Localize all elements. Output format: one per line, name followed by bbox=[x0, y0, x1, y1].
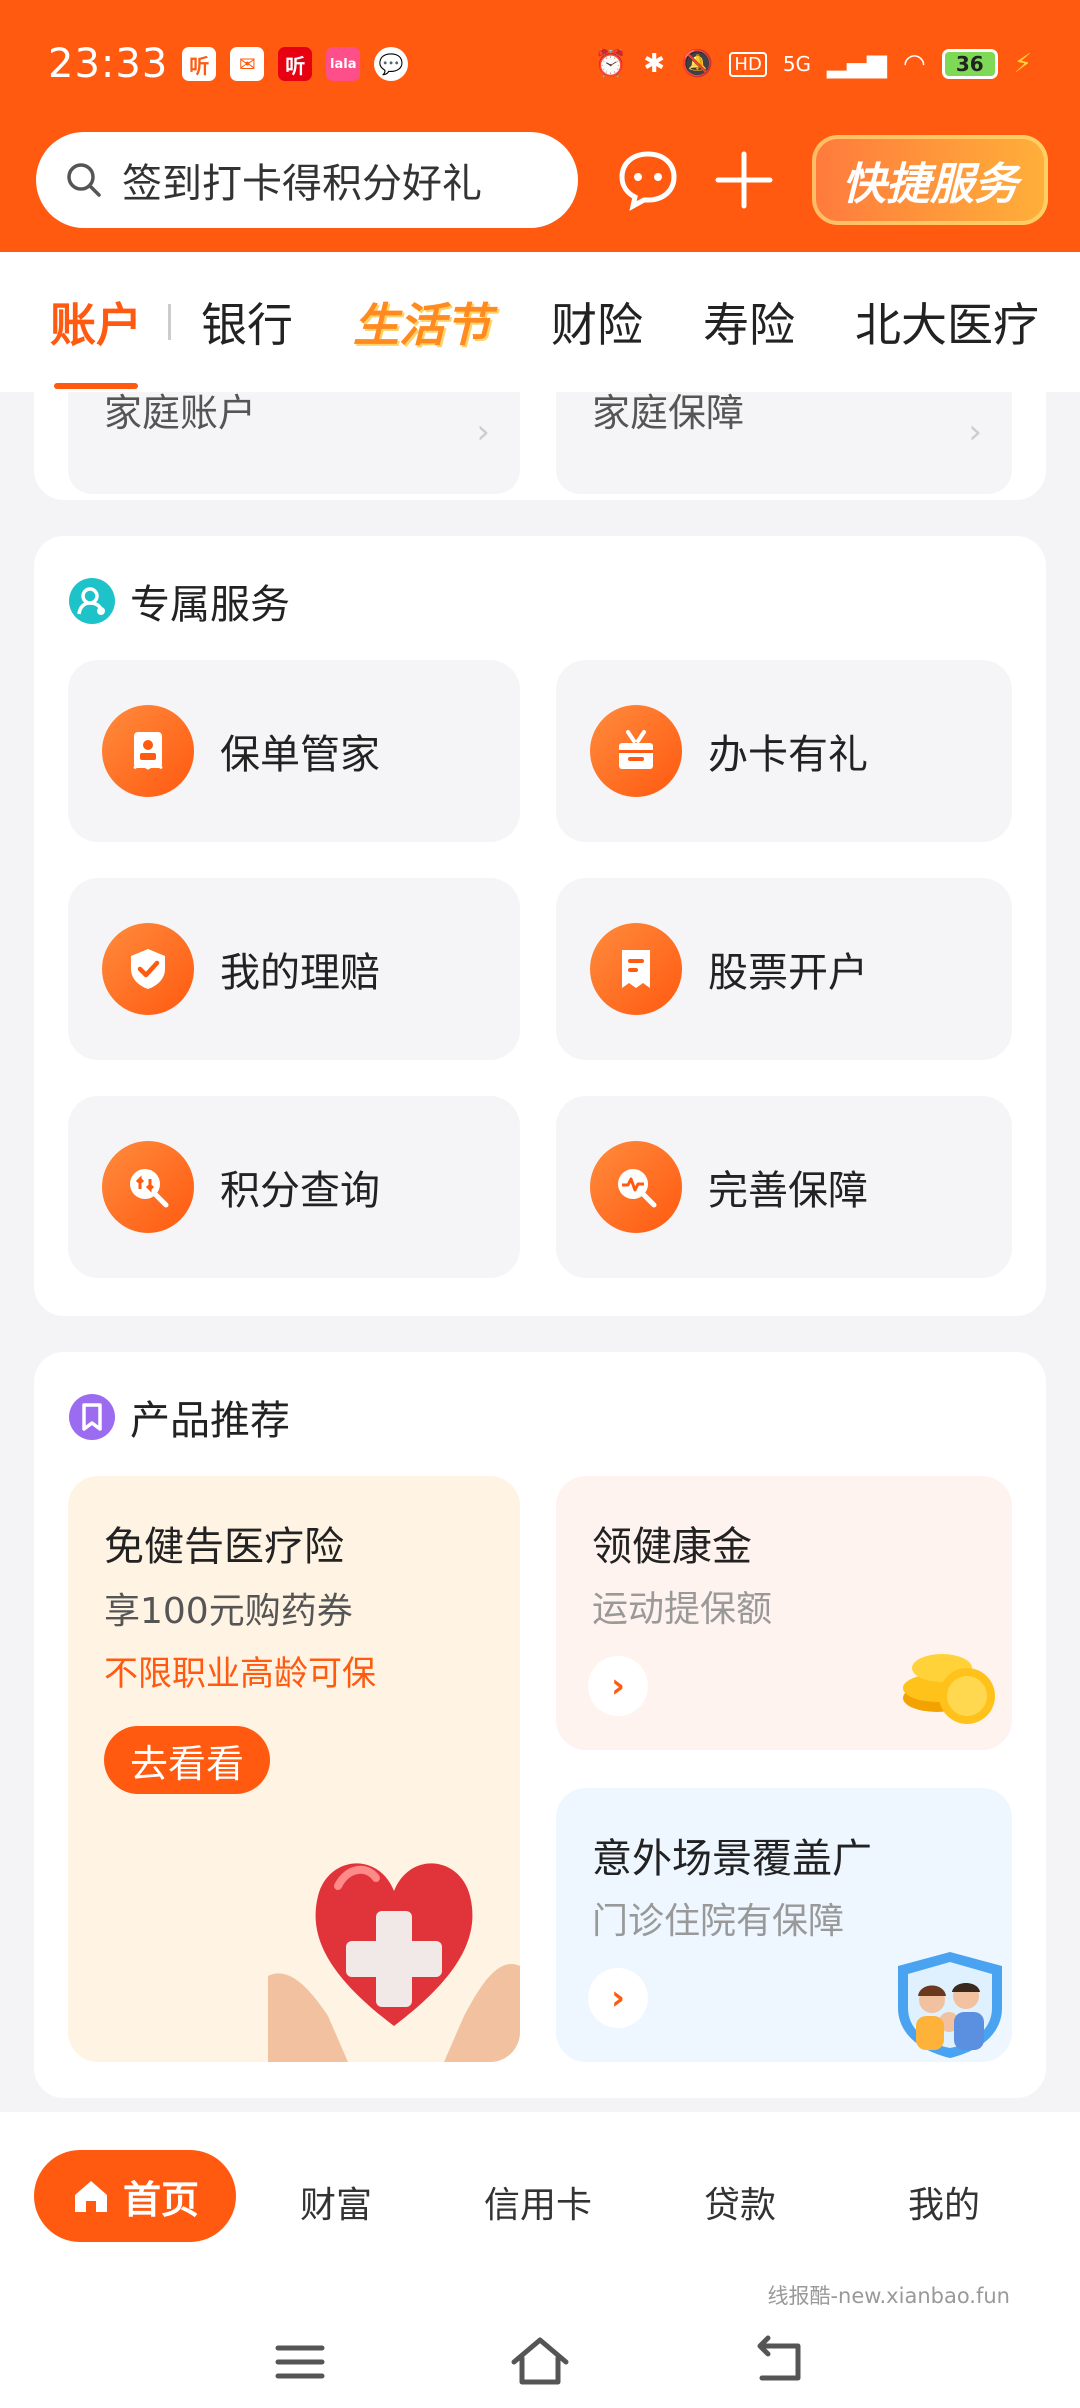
product-recommend-card: 产品推荐 免健告医疗险 享100元购药券 不限职业高龄可保 去看看 领健康金 运… bbox=[34, 1352, 1046, 2098]
service-stock-account[interactable]: 股票开户 bbox=[556, 878, 1012, 1060]
service-points-query[interactable]: 积分查询 bbox=[68, 1096, 520, 1278]
chevron-right-icon: › bbox=[968, 412, 982, 452]
service-policy-manager[interactable]: 保单管家 bbox=[68, 660, 520, 842]
add-button[interactable] bbox=[704, 140, 784, 220]
system-navigation-bar bbox=[0, 2312, 1080, 2408]
service-label: 积分查询 bbox=[220, 1168, 380, 1214]
back-icon[interactable] bbox=[750, 2332, 810, 2392]
tab-account[interactable]: 账户 bbox=[50, 289, 142, 389]
tab-bank[interactable]: 银行 bbox=[201, 289, 293, 355]
category-tabs: 账户 银行 生活节 财险 寿险 北大医疗 bbox=[0, 252, 1080, 392]
bluetooth-icon: ✱ bbox=[643, 49, 666, 79]
family-shield-image bbox=[898, 1952, 1002, 2058]
hd-icon: HD bbox=[729, 51, 767, 77]
tab-divider bbox=[168, 304, 171, 340]
family-account-label: 家庭账户 bbox=[104, 392, 257, 435]
nav-mine[interactable]: 我的 bbox=[908, 2176, 980, 2228]
alarm-icon: ⏰ bbox=[594, 49, 628, 79]
product-recommend-title: 产品推荐 bbox=[130, 1398, 290, 1444]
family-card: 家庭账户 › 家庭保障 › bbox=[34, 392, 1046, 500]
product-recommend-header: 产品推荐 bbox=[68, 1388, 290, 1446]
family-protection-label: 家庭保障 bbox=[592, 392, 745, 435]
mail-notification-icon: ✉ bbox=[230, 47, 265, 81]
app-notification-icon: 听 bbox=[182, 47, 217, 81]
service-label: 办卡有礼 bbox=[708, 732, 868, 778]
tab-life-festival[interactable]: 生活节 bbox=[353, 289, 491, 355]
shield-check-icon bbox=[102, 923, 194, 1015]
nav-home[interactable]: 首页 bbox=[34, 2150, 236, 2242]
nav-wealth[interactable]: 财富 bbox=[300, 2176, 372, 2228]
service-label: 我的理赔 bbox=[220, 950, 380, 996]
service-label: 完善保障 bbox=[708, 1168, 868, 1214]
exclusive-service-header: 专属服务 bbox=[68, 572, 290, 630]
menu-icon[interactable] bbox=[270, 2332, 330, 2392]
nav-credit-card[interactable]: 信用卡 bbox=[484, 2176, 592, 2228]
chevron-right-icon: › bbox=[476, 412, 490, 452]
chat-notification-icon: 💬 bbox=[374, 47, 409, 81]
message-button[interactable] bbox=[608, 140, 688, 220]
charging-icon: ⚡ bbox=[1013, 49, 1032, 79]
quick-service-button[interactable]: 快捷服务 bbox=[812, 135, 1048, 225]
status-time: 23:33 bbox=[48, 41, 169, 87]
service-improve-protection[interactable]: 完善保障 bbox=[556, 1096, 1012, 1278]
service-label: 股票开户 bbox=[708, 950, 868, 996]
tab-property-insurance[interactable]: 财险 bbox=[551, 289, 643, 355]
tab-pku-medical[interactable]: 北大医疗 bbox=[855, 289, 1039, 355]
receipt-icon bbox=[590, 923, 682, 1015]
status-bar: 23:33 听 ✉ 听 lala 💬 ⏰ ✱ 🔕 HD 5G ▂▄▆ ◠ 36 … bbox=[0, 0, 1080, 128]
points-search-icon bbox=[102, 1141, 194, 1233]
tab-life-insurance[interactable]: 寿险 bbox=[703, 289, 795, 355]
pulse-search-icon bbox=[590, 1141, 682, 1233]
gold-coins-image bbox=[903, 1654, 995, 1724]
mute-icon: 🔕 bbox=[681, 49, 714, 79]
search-row: 签到打卡得积分好礼 快捷服务 bbox=[36, 132, 1048, 228]
product-title: 免健告医疗险 bbox=[104, 1524, 344, 1570]
search-icon bbox=[67, 163, 101, 197]
chevron-right-icon[interactable]: › bbox=[588, 1968, 648, 2028]
service-card-gift[interactable]: 办卡有礼 bbox=[556, 660, 1012, 842]
exclusive-service-title: 专属服务 bbox=[130, 582, 290, 628]
system-home-icon[interactable] bbox=[510, 2332, 570, 2392]
gift-icon bbox=[590, 705, 682, 797]
app-notification-icon-2: 听 bbox=[278, 47, 313, 81]
plus-icon bbox=[715, 151, 773, 209]
product-medical-insurance[interactable]: 免健告医疗险 享100元购药券 不限职业高龄可保 去看看 bbox=[68, 1476, 520, 2062]
exclusive-service-card: 专属服务 保单管家 办卡有礼 我的理赔 股票开户 积分查询 完善保障 bbox=[34, 536, 1046, 1316]
home-icon bbox=[74, 2181, 107, 2212]
product-title: 领健康金 bbox=[592, 1524, 752, 1570]
product-title: 意外场景覆盖广 bbox=[592, 1836, 872, 1882]
network-type: 5G bbox=[782, 52, 812, 76]
tab-bar: 首页 财富 信用卡 贷款 我的 bbox=[0, 2148, 1080, 2244]
search-input[interactable]: 签到打卡得积分好礼 bbox=[36, 132, 578, 228]
go-see-button[interactable]: 去看看 bbox=[104, 1726, 270, 1794]
signal-icon: ▂▄▆ bbox=[827, 49, 888, 79]
chat-bubble-icon bbox=[619, 151, 677, 211]
search-placeholder: 签到打卡得积分好礼 bbox=[122, 161, 482, 207]
service-person-icon bbox=[69, 578, 115, 624]
heart-in-hands-image bbox=[268, 1863, 520, 2062]
family-protection-item[interactable]: 家庭保障 › bbox=[556, 392, 1012, 494]
chevron-right-icon[interactable]: › bbox=[588, 1656, 648, 1716]
policy-icon bbox=[102, 705, 194, 797]
service-my-claims[interactable]: 我的理赔 bbox=[68, 878, 520, 1060]
watermark-text: 线报酷-new.xianbao.fun bbox=[767, 2284, 1010, 2308]
service-label: 保单管家 bbox=[220, 732, 380, 778]
wifi-icon: ◠ bbox=[903, 49, 926, 79]
product-highlight: 不限职业高龄可保 bbox=[104, 1654, 376, 1694]
bottom-navigation: 首页 财富 信用卡 贷款 我的 线报酷-new.xianbao.fun bbox=[0, 2112, 1080, 2408]
bookmark-badge-icon bbox=[69, 1394, 115, 1440]
battery-icon: 36 bbox=[941, 49, 998, 79]
product-subtitle: 门诊住院有保障 bbox=[592, 1901, 845, 1942]
lala-notification-icon: lala bbox=[326, 47, 361, 81]
product-accident-insurance[interactable]: 意外场景覆盖广 门诊住院有保障 › bbox=[556, 1788, 1012, 2062]
nav-loan[interactable]: 贷款 bbox=[704, 2176, 776, 2228]
nav-home-label: 首页 bbox=[122, 2177, 199, 2222]
product-subtitle: 运动提保额 bbox=[592, 1589, 773, 1630]
product-health-gold[interactable]: 领健康金 运动提保额 › bbox=[556, 1476, 1012, 1750]
family-account-item[interactable]: 家庭账户 › bbox=[68, 392, 520, 494]
product-subtitle: 享100元购药券 bbox=[104, 1591, 353, 1632]
